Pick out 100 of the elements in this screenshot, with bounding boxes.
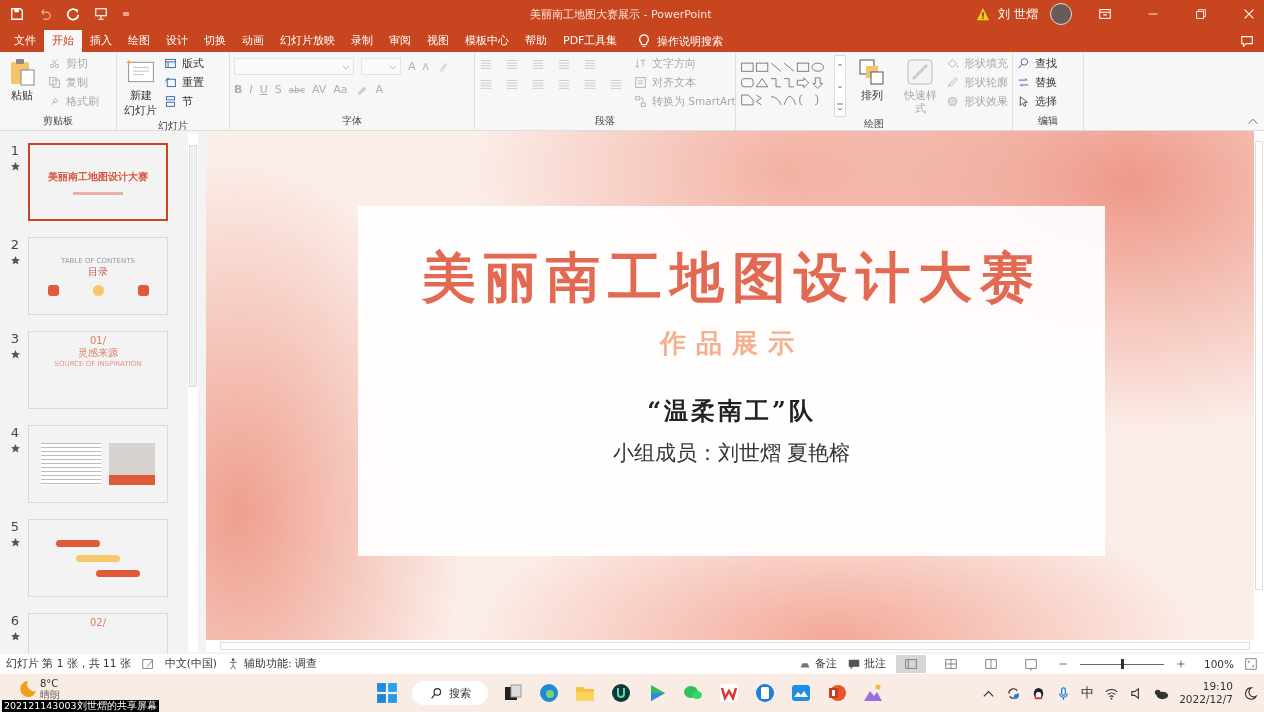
- ribbon-tab[interactable]: 审阅: [381, 30, 419, 52]
- swap-icon: [1017, 76, 1030, 89]
- temperature[interactable]: 8°C: [40, 678, 60, 689]
- star-icon: [10, 444, 20, 453]
- slide-number: 3: [10, 331, 20, 346]
- paste-button[interactable]: 粘贴: [4, 55, 40, 104]
- align-icon: [634, 76, 647, 89]
- slide-thumbnail[interactable]: [28, 425, 168, 503]
- reset-button[interactable]: 重置: [164, 74, 204, 91]
- view-button[interactable]: [895, 655, 926, 673]
- copy-icon: [48, 76, 61, 89]
- step-label-drawing: [76, 554, 120, 562]
- slide-title: 美丽南工地图设计大赛: [421, 244, 1042, 311]
- select-button[interactable]: 选择: [1017, 93, 1057, 110]
- zoom-slider[interactable]: [1079, 657, 1164, 671]
- text-direction-icon: [634, 57, 647, 70]
- slide-number: 2: [10, 237, 20, 252]
- close-icon[interactable]: [1242, 7, 1256, 21]
- customize-icon[interactable]: [122, 10, 130, 18]
- group-label: 段落: [594, 114, 616, 128]
- ribbon-tab[interactable]: 幻灯片放映: [272, 30, 343, 52]
- user-name[interactable]: 刘 世熠: [998, 5, 1038, 23]
- slide-number: 5: [10, 519, 20, 534]
- team-name: “温柔南工”队: [647, 395, 816, 427]
- comments-button[interactable]: 批注: [846, 657, 886, 671]
- ribbon-tab[interactable]: 动画: [234, 30, 272, 52]
- find-button[interactable]: 查找: [1017, 55, 1057, 72]
- layout-button[interactable]: 版式: [164, 55, 204, 72]
- sync-icon[interactable]: [1006, 685, 1022, 701]
- tell-me-button[interactable]: 操作说明搜索: [637, 30, 724, 52]
- replace-button[interactable]: 替换: [1017, 74, 1057, 91]
- layout-icon: [164, 57, 177, 70]
- restore-icon[interactable]: [1194, 7, 1208, 21]
- warning-icon[interactable]: [976, 7, 991, 21]
- presenter-icon[interactable]: [94, 7, 108, 21]
- ribbon-tab[interactable]: 帮助: [517, 30, 555, 52]
- ribbon-tab[interactable]: 开始: [44, 30, 82, 52]
- star-icon: [10, 350, 20, 359]
- group-label: 幻灯片: [157, 119, 189, 133]
- ribbon-tab[interactable]: 插入: [82, 30, 120, 52]
- ribbon-tab[interactable]: 录制: [343, 30, 381, 52]
- slide-thumbnail[interactable]: 美丽南工地图设计大赛: [28, 143, 168, 221]
- fit-to-window-icon[interactable]: [1244, 657, 1258, 671]
- slide-subtitle: 作品展示: [659, 327, 804, 360]
- scrollbar[interactable]: [206, 640, 1264, 652]
- new-slide-button[interactable]: 新建 幻灯片: [121, 55, 160, 119]
- scrollbar[interactable]: [188, 133, 198, 652]
- arrange-button[interactable]: 排列: [850, 55, 894, 104]
- pen-icon: [946, 76, 959, 89]
- clock-time[interactable]: 19:10: [1202, 680, 1233, 693]
- undo-icon[interactable]: [38, 7, 52, 21]
- reading-view-icon: [983, 657, 998, 671]
- team-members: 小组成员：刘世熠 夏艳榕: [612, 440, 851, 467]
- office-icon[interactable]: [718, 682, 740, 704]
- sphere-icon: [946, 95, 959, 108]
- ribbon-tab[interactable]: 视图: [419, 30, 457, 52]
- zoom-slider-thumb[interactable]: [1120, 659, 1124, 669]
- group-label: 字体: [341, 114, 363, 128]
- font-size-field[interactable]: [361, 58, 401, 75]
- section-button[interactable]: 节: [164, 93, 204, 110]
- ribbon-tab[interactable]: 绘图: [120, 30, 158, 52]
- ribbon-tab[interactable]: 设计: [158, 30, 196, 52]
- zoom-level[interactable]: 100%: [1203, 658, 1234, 670]
- slide-counter: 幻灯片 第 1 张，共 11 张: [6, 657, 131, 671]
- language-label[interactable]: 中文(中国): [164, 657, 217, 671]
- slide-thumbnail[interactable]: [28, 519, 168, 597]
- comment-icon[interactable]: [1240, 34, 1254, 48]
- photos-icon[interactable]: [790, 682, 812, 704]
- browser-icon[interactable]: [538, 682, 560, 704]
- section-number: 01/: [89, 335, 107, 346]
- spelling-icon[interactable]: [140, 657, 155, 671]
- avatar[interactable]: [1050, 3, 1072, 25]
- ribbon-display-icon[interactable]: [1098, 7, 1112, 21]
- reset-icon: [164, 76, 177, 89]
- clock-date[interactable]: 2022/12/7: [1179, 693, 1233, 706]
- section-title: 灵感来源: [78, 346, 118, 360]
- taskbar-search[interactable]: 搜索: [412, 681, 488, 705]
- mountain-icon[interactable]: [862, 682, 884, 704]
- slide-number: 6: [10, 613, 20, 628]
- ribbon-tab[interactable]: 文件: [6, 30, 44, 52]
- moon-icon[interactable]: [1243, 685, 1258, 701]
- phone-icon[interactable]: [754, 682, 776, 704]
- ribbon-tab[interactable]: 切换: [196, 30, 234, 52]
- hexagon-icon: [137, 284, 149, 296]
- weather-condition[interactable]: 晴朗: [40, 689, 60, 700]
- redo-icon[interactable]: [66, 7, 80, 21]
- photo-placeholder: [109, 443, 155, 485]
- save-icon[interactable]: [10, 7, 24, 21]
- input-method-indicator[interactable]: 中: [1081, 684, 1095, 702]
- notes-button[interactable]: 备注: [797, 657, 837, 671]
- accessibility-button[interactable]: 辅助功能: 调查: [226, 657, 317, 671]
- scrollbar[interactable]: [1254, 131, 1264, 640]
- ribbon-tab[interactable]: 模板中心: [457, 30, 517, 52]
- hexagon-icon: [47, 284, 59, 296]
- ribbon-tab[interactable]: PDF工具集: [555, 30, 626, 52]
- slide-number: 4: [10, 425, 20, 440]
- thumbnail-text-line: [73, 191, 123, 195]
- start-icon[interactable]: [376, 682, 398, 704]
- app-icon[interactable]: [610, 682, 632, 704]
- presentation-icon[interactable]: [826, 682, 848, 704]
